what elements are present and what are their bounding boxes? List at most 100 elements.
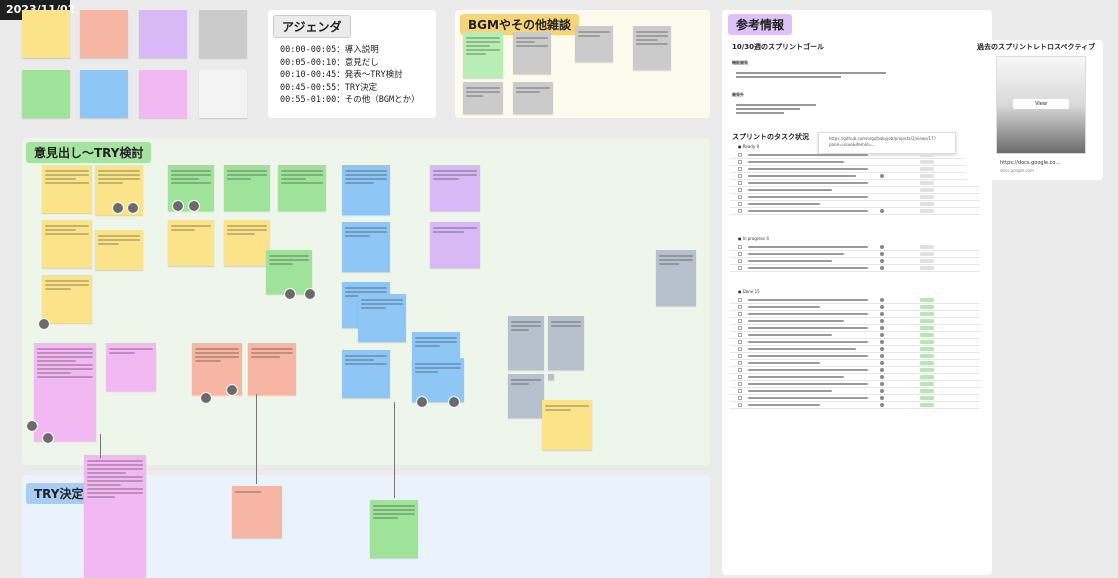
sticky-note[interactable]	[232, 486, 282, 538]
sticky-note[interactable]	[463, 32, 503, 78]
table-row[interactable]	[730, 173, 980, 180]
avatar	[42, 432, 54, 444]
group-header[interactable]: ● Ready 9	[738, 144, 759, 149]
sticky-note[interactable]	[34, 343, 96, 441]
sticky-note[interactable]	[513, 82, 553, 114]
sticky-note[interactable]	[358, 294, 406, 342]
agenda-panel: アジェンダ 00:00-00:05：導入説明 00:05-00:10：意見だし …	[268, 10, 436, 118]
table-row[interactable]	[730, 304, 980, 311]
avatar	[172, 200, 184, 212]
table-row[interactable]	[730, 244, 980, 251]
try-title: TRY決定	[26, 483, 92, 504]
sticky-note[interactable]	[575, 26, 613, 62]
avatar	[226, 384, 238, 396]
doc-link[interactable]: https://docs.google.co...	[1000, 160, 1060, 166]
sticky-note[interactable]	[342, 222, 390, 272]
avatar	[284, 288, 296, 300]
sticky-note[interactable]	[542, 400, 592, 450]
reference-title: 参考情報	[728, 14, 793, 35]
table-row[interactable]	[730, 152, 980, 159]
sticky-note[interactable]	[199, 10, 247, 58]
agenda-list: 00:00-00:05：導入説明 00:05-00:10：意見だし 00:10-…	[280, 44, 420, 107]
table-row[interactable]	[730, 325, 980, 332]
sticky-note[interactable]	[139, 10, 187, 58]
sticky-note[interactable]	[463, 82, 503, 114]
avatar	[38, 318, 50, 330]
sticky-note[interactable]	[508, 316, 544, 370]
table-row[interactable]	[730, 360, 980, 367]
sticky-note[interactable]	[22, 70, 70, 118]
table-row[interactable]	[730, 374, 980, 381]
sticky-note[interactable]	[224, 165, 270, 211]
opinions-title: 意見出し〜TRY検討	[26, 142, 152, 163]
table-row[interactable]	[730, 353, 980, 360]
sticky-note[interactable]	[42, 275, 92, 323]
avatar	[448, 396, 460, 408]
sticky-note[interactable]	[633, 26, 671, 70]
table-row[interactable]	[730, 339, 980, 346]
table-row[interactable]	[730, 346, 980, 353]
sticky-note[interactable]	[84, 455, 146, 577]
table-row[interactable]	[730, 297, 980, 304]
sticky-note[interactable]	[168, 220, 214, 266]
table-row[interactable]	[730, 332, 980, 339]
sticky-note[interactable]	[342, 165, 390, 215]
sticky-note[interactable]	[513, 32, 551, 74]
table-row[interactable]	[730, 265, 980, 272]
avatar	[127, 202, 139, 214]
sticky-note[interactable]	[42, 165, 92, 213]
sticky-note[interactable]	[248, 343, 296, 395]
sticky-note[interactable]	[342, 350, 390, 398]
table-row[interactable]	[730, 258, 980, 265]
table-row[interactable]	[730, 166, 980, 173]
view-button[interactable]: View	[1013, 99, 1069, 109]
sticky-note[interactable]	[430, 165, 480, 211]
other-list	[736, 102, 816, 116]
sticky-note[interactable]	[22, 10, 70, 58]
sticky-note[interactable]	[95, 230, 143, 270]
sticky-note[interactable]	[370, 500, 418, 558]
sticky-note[interactable]	[139, 70, 187, 118]
table-row[interactable]	[730, 402, 980, 409]
avatar	[416, 396, 428, 408]
avatar	[112, 202, 124, 214]
table-row[interactable]	[730, 367, 980, 374]
agenda-item: 00:00-00:05：導入説明	[280, 45, 379, 55]
group-header[interactable]: ● In progress 4	[738, 236, 769, 241]
group-header[interactable]: ● Done 15	[738, 289, 760, 294]
table-row[interactable]	[730, 208, 980, 215]
connector-line	[394, 402, 395, 498]
tasks-title: スプリントのタスク状況	[732, 133, 809, 141]
sticky-note[interactable]	[80, 10, 128, 58]
doc-thumbnail[interactable]: View	[996, 56, 1086, 154]
agenda-title: アジェンダ	[273, 15, 351, 38]
table-row[interactable]	[730, 318, 980, 325]
avatar	[304, 288, 316, 300]
table-row[interactable]	[730, 187, 980, 194]
avatar	[188, 200, 200, 212]
sticky-note[interactable]	[548, 374, 554, 380]
retro-card: 過去のスプリントレトロスペクティブ View https://docs.goog…	[965, 40, 1103, 180]
sticky-note[interactable]	[199, 70, 247, 118]
table-row[interactable]	[730, 381, 980, 388]
sticky-note[interactable]	[430, 222, 480, 268]
table-row[interactable]	[730, 194, 980, 201]
sticky-note[interactable]	[278, 165, 326, 211]
reference-panel: 参考情報 10/30週のスプリントゴール 機能開発 開発外 スプリントのタスク状…	[722, 10, 992, 575]
table-row[interactable]	[730, 201, 980, 208]
sticky-note[interactable]	[42, 220, 92, 268]
table-row[interactable]	[730, 388, 980, 395]
sticky-note[interactable]	[548, 316, 584, 370]
sticky-note[interactable]	[80, 70, 128, 118]
table-row[interactable]	[730, 251, 980, 258]
table-row[interactable]	[730, 159, 980, 166]
table-row[interactable]	[730, 180, 980, 187]
table-row[interactable]	[730, 395, 980, 402]
sticky-note[interactable]	[106, 343, 156, 391]
features-list	[736, 70, 886, 80]
agenda-item: 00:05-00:10：意見だし	[280, 57, 379, 68]
sticky-note[interactable]	[508, 374, 544, 418]
sticky-note[interactable]	[224, 220, 270, 266]
table-row[interactable]	[730, 311, 980, 318]
sticky-note[interactable]	[656, 250, 696, 306]
